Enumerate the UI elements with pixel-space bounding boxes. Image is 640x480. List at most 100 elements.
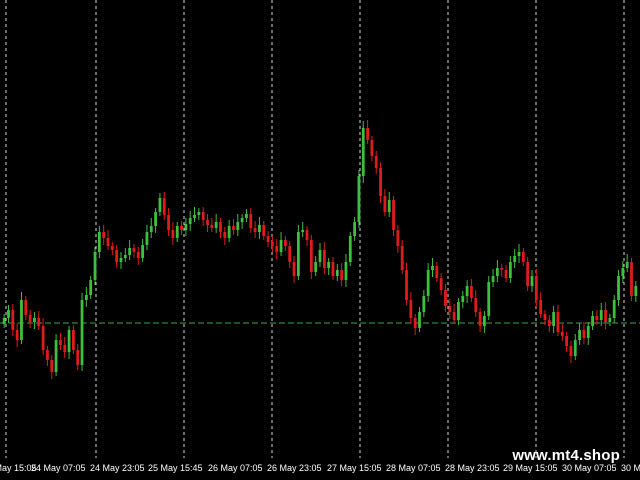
candle-body	[162, 198, 166, 215]
candlestick-chart[interactable]: 23 May 15:0524 May 07:0524 May 23:0525 M…	[0, 0, 640, 480]
candle-body	[193, 215, 196, 218]
candle-body	[534, 276, 538, 300]
candle-body	[327, 262, 331, 268]
candle-body	[46, 350, 49, 360]
candle-body	[296, 232, 300, 276]
candle-body	[383, 196, 387, 212]
candle-body	[232, 226, 235, 230]
candle-body	[84, 295, 88, 300]
candle-body	[543, 314, 547, 320]
price-chart[interactable]: 23 May 15:0524 May 07:0524 May 23:0525 M…	[0, 0, 640, 480]
candle-body	[487, 282, 491, 316]
candle-body	[599, 310, 603, 320]
candle-body	[357, 176, 361, 222]
candle-body	[409, 300, 413, 318]
candle-body	[275, 246, 279, 252]
candle-body	[149, 226, 153, 232]
candle-body	[115, 250, 119, 262]
candle-body	[71, 330, 75, 350]
candle-body	[24, 300, 28, 315]
candle-body	[301, 230, 305, 232]
candle-body	[158, 198, 162, 212]
candle-body	[526, 262, 530, 286]
candle-body	[630, 262, 633, 296]
candle-body	[435, 266, 439, 278]
candle-body	[400, 246, 404, 270]
candle-body	[474, 298, 478, 312]
candle-body	[145, 232, 149, 245]
candle-body	[288, 246, 292, 262]
candle-body	[41, 326, 45, 350]
x-tick-label: 30 M	[621, 463, 640, 473]
candle-body	[521, 252, 525, 262]
candle-body	[483, 316, 486, 326]
candle-body	[344, 262, 348, 280]
candle-body	[461, 296, 465, 302]
x-tick-label: 26 May 07:05	[208, 463, 263, 473]
candle-body	[33, 318, 36, 322]
candle-body	[353, 222, 357, 236]
candle-body	[167, 215, 170, 230]
candle-body	[530, 276, 534, 286]
candle-body	[335, 270, 339, 276]
candle-body	[392, 200, 395, 230]
candle-body	[141, 245, 145, 258]
candle-body	[132, 248, 136, 252]
watermark: www.mt4.shop	[512, 447, 620, 464]
candle-body	[171, 230, 175, 238]
x-tick-label: 28 May 23:05	[445, 463, 500, 473]
candle-body	[11, 310, 15, 330]
candle-body	[439, 278, 443, 290]
candle-body	[448, 306, 452, 312]
candle-body	[604, 310, 607, 322]
candle-body	[318, 250, 322, 262]
candle-body	[426, 270, 430, 296]
candle-body	[20, 300, 23, 340]
candle-body	[491, 276, 495, 282]
candle-body	[206, 220, 209, 225]
candle-body	[80, 300, 84, 365]
candle-body	[465, 286, 469, 296]
candle-body	[578, 330, 581, 340]
candle-body	[128, 248, 132, 255]
candle-body	[431, 266, 434, 270]
candle-body	[617, 276, 620, 300]
x-tick-label: 25 May 15:45	[148, 463, 203, 473]
candle-body	[370, 140, 374, 156]
candle-body	[612, 300, 616, 318]
candle-body	[136, 252, 140, 258]
candle-body	[547, 320, 551, 326]
candle-body	[123, 255, 127, 258]
x-tick-label: 26 May 23:05	[267, 463, 322, 473]
candle-body	[608, 318, 612, 322]
candle-body	[379, 168, 382, 196]
candle-body	[28, 315, 32, 322]
candle-body	[374, 156, 378, 168]
candle-body	[504, 270, 508, 278]
candle-body	[418, 312, 421, 328]
candle-body	[266, 236, 270, 242]
candle-body	[119, 258, 123, 262]
candle-body	[175, 226, 179, 238]
candle-body	[283, 240, 287, 246]
candle-body	[348, 236, 352, 262]
candle-body	[180, 226, 183, 230]
candle-body	[444, 290, 447, 306]
candle-body	[50, 360, 54, 372]
candle-body	[422, 296, 426, 312]
candle-body	[292, 262, 296, 276]
candle-body	[110, 246, 114, 250]
candle-body	[573, 340, 577, 356]
candle-body	[236, 222, 240, 230]
candle-body	[625, 262, 629, 268]
candle-body	[227, 226, 231, 238]
candle-body	[305, 230, 309, 240]
candle-body	[37, 318, 41, 326]
candle-body	[245, 214, 248, 218]
candle-body	[361, 128, 365, 176]
candle-body	[340, 270, 344, 280]
candle-body	[188, 218, 192, 224]
candle-body	[366, 128, 369, 140]
candle-body	[76, 350, 80, 365]
candle-body	[621, 268, 625, 276]
